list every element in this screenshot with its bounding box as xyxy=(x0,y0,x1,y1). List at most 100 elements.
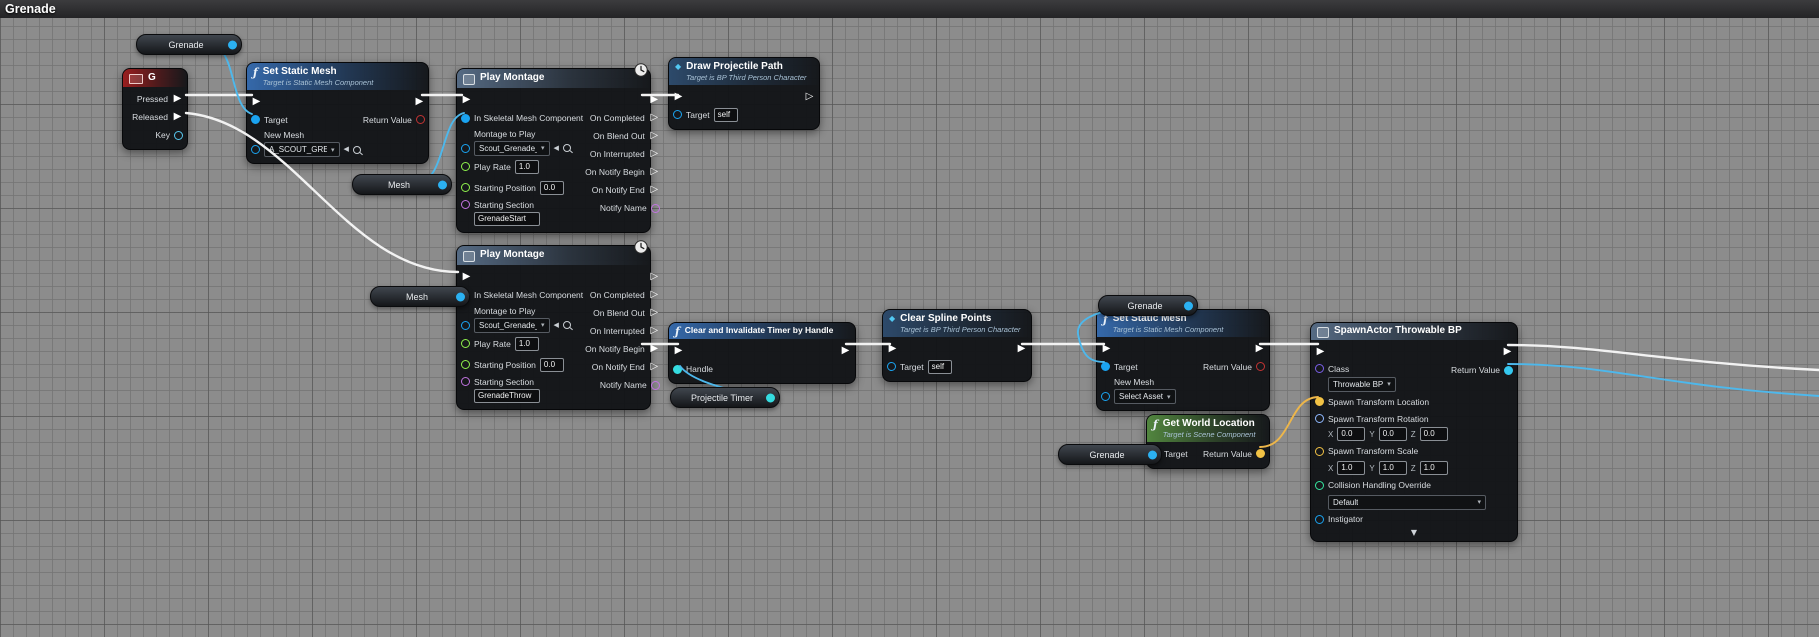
pressed-exec-pin[interactable] xyxy=(172,94,183,104)
exec-out-pin[interactable] xyxy=(804,92,815,102)
exec-in-pin[interactable] xyxy=(461,272,472,282)
target-pin[interactable] xyxy=(251,115,260,124)
on-interrupted-exec-pin[interactable] xyxy=(649,149,660,159)
on-notify-begin-exec-pin[interactable] xyxy=(649,344,660,354)
variable-pill-mesh[interactable]: Mesh xyxy=(370,286,470,307)
montage-picker-dropdown[interactable]: Scout_Grenade_... xyxy=(474,141,550,156)
wire-exec-spawn-actor-out[interactable] xyxy=(1508,345,1819,370)
variable-pill-projectile-timer[interactable]: Projectile Timer xyxy=(670,387,780,408)
starting-position-field[interactable]: 0.0 xyxy=(540,358,564,372)
node-clear-spline-points[interactable]: Clear Spline Points Target is BP Third P… xyxy=(882,309,1032,382)
node-play-montage-2[interactable]: Play Montage In Skeletal Mesh Component … xyxy=(456,245,651,410)
asset-picker-dropdown[interactable]: Select Asset xyxy=(1114,389,1176,404)
spawn-transform-scale-pin[interactable] xyxy=(1315,447,1324,456)
play-rate-field[interactable]: 1.0 xyxy=(515,160,539,174)
node-draw-projectile-path[interactable]: Draw Projectile Path Target is BP Third … xyxy=(668,57,820,130)
released-exec-pin[interactable] xyxy=(172,112,183,122)
class-pin[interactable] xyxy=(1315,364,1324,373)
play-rate-field[interactable]: 1.0 xyxy=(515,337,539,351)
rotation-y-field[interactable]: 0.0 xyxy=(1379,427,1407,441)
blueprint-graph-canvas[interactable]: Grenade G Pressed Released Key xyxy=(0,0,1819,637)
rotation-x-field[interactable]: 0.0 xyxy=(1337,427,1365,441)
exec-in-pin[interactable] xyxy=(1315,347,1326,357)
return-value-pin[interactable] xyxy=(1256,449,1265,458)
expand-node-chevron[interactable] xyxy=(1315,528,1513,539)
projectile-timer-output-pin[interactable] xyxy=(766,393,775,402)
on-interrupted-exec-pin[interactable] xyxy=(649,326,660,336)
spawn-transform-rotation-pin[interactable] xyxy=(1315,414,1324,423)
target-pin[interactable] xyxy=(1101,362,1110,371)
mesh-output-pin[interactable] xyxy=(456,292,465,301)
montage-picker-dropdown[interactable]: Scout_Grenade_... xyxy=(474,318,550,333)
exec-out-pin[interactable] xyxy=(649,95,660,105)
return-value-pin[interactable] xyxy=(416,115,425,124)
node-get-world-location[interactable]: Get World Location Target is Scene Compo… xyxy=(1146,414,1270,469)
target-self-field[interactable]: self xyxy=(928,360,952,374)
grenade-output-pin[interactable] xyxy=(228,40,237,49)
starting-section-field[interactable]: GrenadeThrow xyxy=(474,389,540,403)
target-self-field[interactable]: self xyxy=(714,108,738,122)
exec-out-pin[interactable] xyxy=(649,272,660,282)
key-struct-pin[interactable] xyxy=(174,131,183,140)
asset-picker-dropdown[interactable]: A_SCOUT_GREN... xyxy=(264,142,340,157)
play-rate-pin[interactable] xyxy=(461,339,470,348)
variable-pill-grenade[interactable]: Grenade xyxy=(1058,444,1162,465)
exec-in-pin[interactable] xyxy=(461,95,472,105)
exec-in-pin[interactable] xyxy=(1101,344,1112,354)
montage-pin[interactable] xyxy=(461,144,470,153)
new-mesh-pin[interactable] xyxy=(1101,392,1110,401)
node-set-static-mesh-2[interactable]: Set Static Mesh Target is Static Mesh Co… xyxy=(1096,309,1270,411)
node-set-static-mesh-1[interactable]: Set Static Mesh Target is Static Mesh Co… xyxy=(246,62,429,164)
spawn-transform-location-pin[interactable] xyxy=(1315,397,1324,406)
node-play-montage-1[interactable]: Play Montage In Skeletal Mesh Component … xyxy=(456,68,651,233)
browse-asset-icon[interactable] xyxy=(563,321,571,329)
new-mesh-pin[interactable] xyxy=(251,145,260,154)
on-blend-out-exec-pin[interactable] xyxy=(649,308,660,318)
exec-out-pin[interactable] xyxy=(414,97,425,107)
collision-handling-pin[interactable] xyxy=(1315,481,1324,490)
exec-out-pin[interactable] xyxy=(1254,344,1265,354)
wire-data-spawn-return-out[interactable] xyxy=(1508,364,1819,396)
node-spawn-actor-throwable-bp[interactable]: SpawnActor Throwable BP Return Value Cla… xyxy=(1310,322,1518,542)
grenade-output-pin[interactable] xyxy=(1184,301,1193,310)
class-dropdown[interactable]: Throwable BP xyxy=(1328,377,1396,392)
instigator-pin[interactable] xyxy=(1315,515,1324,524)
target-pin[interactable] xyxy=(673,110,682,119)
scale-y-field[interactable]: 1.0 xyxy=(1379,461,1407,475)
play-rate-pin[interactable] xyxy=(461,162,470,171)
skeletal-mesh-pin[interactable] xyxy=(461,114,470,123)
variable-pill-mesh[interactable]: Mesh xyxy=(352,174,452,195)
on-completed-exec-pin[interactable] xyxy=(649,113,660,123)
starting-position-pin[interactable] xyxy=(461,183,470,192)
browse-asset-icon[interactable] xyxy=(563,144,571,152)
use-selected-asset-icon[interactable] xyxy=(554,322,559,329)
starting-section-pin[interactable] xyxy=(461,377,470,386)
on-notify-begin-exec-pin[interactable] xyxy=(649,167,660,177)
exec-out-pin[interactable] xyxy=(840,346,851,356)
starting-section-field[interactable]: GrenadeStart xyxy=(474,212,540,226)
notify-name-pin[interactable] xyxy=(651,204,660,213)
variable-pill-grenade[interactable]: Grenade xyxy=(136,34,242,55)
scale-x-field[interactable]: 1.0 xyxy=(1337,461,1365,475)
browse-asset-icon[interactable] xyxy=(353,146,361,154)
on-completed-exec-pin[interactable] xyxy=(649,290,660,300)
exec-in-pin[interactable] xyxy=(887,344,898,354)
exec-in-pin[interactable] xyxy=(251,97,262,107)
on-blend-out-exec-pin[interactable] xyxy=(649,131,660,141)
return-value-pin[interactable] xyxy=(1504,366,1513,375)
grenade-output-pin[interactable] xyxy=(1148,450,1157,459)
use-selected-asset-icon[interactable] xyxy=(554,145,559,152)
on-notify-end-exec-pin[interactable] xyxy=(649,185,660,195)
exec-in-pin[interactable] xyxy=(673,92,684,102)
exec-in-pin[interactable] xyxy=(673,346,684,356)
node-clear-invalidate-timer[interactable]: Clear and Invalidate Timer by Handle Han… xyxy=(668,322,856,384)
variable-pill-grenade[interactable]: Grenade xyxy=(1098,295,1198,316)
notify-name-pin[interactable] xyxy=(651,381,660,390)
node-input-key-g[interactable]: G Pressed Released Key xyxy=(122,68,188,150)
starting-section-pin[interactable] xyxy=(461,200,470,209)
mesh-output-pin[interactable] xyxy=(438,180,447,189)
starting-position-pin[interactable] xyxy=(461,360,470,369)
collision-handling-dropdown[interactable]: Default xyxy=(1328,495,1486,510)
exec-out-pin[interactable] xyxy=(1502,347,1513,357)
on-notify-end-exec-pin[interactable] xyxy=(649,362,660,372)
